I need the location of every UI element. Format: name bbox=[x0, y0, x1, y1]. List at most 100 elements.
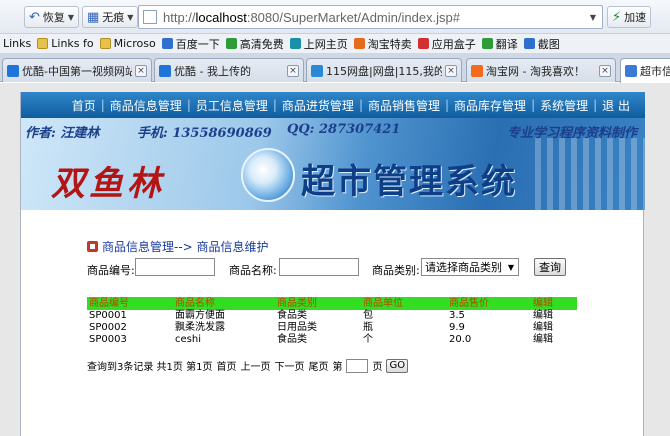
qq-text: QQ: 287307421 bbox=[287, 122, 401, 137]
product-table: 商品编号 商品名称 商品类别 商品单位 商品售价 编辑 SP0001 面霸方便面 食品类包 3.5… bbox=[87, 297, 577, 346]
table-row: SP0003 ceshi 食品类 个 20.0 编辑 bbox=[87, 334, 577, 346]
home-icon bbox=[87, 241, 98, 252]
category-select[interactable]: 请选择商品类别 ▼ bbox=[421, 258, 519, 276]
column-header: 商品类别 bbox=[277, 298, 317, 309]
column-header: 商品售价 bbox=[449, 298, 489, 309]
phone-text: 手机: 13558690869 bbox=[137, 126, 272, 141]
table-cell: 飘柔洗发露 bbox=[175, 322, 225, 333]
nav-item[interactable]: 商品进货管理 bbox=[277, 97, 359, 114]
site-icon bbox=[417, 38, 429, 49]
browser-toolbar: ↶ 恢复 ▼ ▦ 无痕 ▼ http://localhost:8080/Supe… bbox=[0, 0, 670, 34]
site-icon bbox=[289, 38, 301, 49]
nav-item[interactable]: 商品库存管理 bbox=[449, 97, 531, 114]
building-graphic bbox=[535, 138, 645, 210]
bookmark-item[interactable]: Links fo bbox=[34, 37, 96, 50]
search-form: 商品编号: 商品名称: 商品类别: 请选择商品类别 ▼ 查询 bbox=[87, 258, 647, 278]
lightning-icon: ⚡ bbox=[612, 9, 622, 25]
bookmark-item[interactable]: 应用盒子 bbox=[415, 36, 479, 52]
close-icon[interactable]: × bbox=[599, 64, 611, 77]
table-cell: ceshi bbox=[175, 334, 201, 345]
system-title: 超市管理系统 bbox=[301, 162, 517, 202]
table-cell: 瓶 bbox=[363, 322, 373, 333]
table-row: SP0001 面霸方便面 食品类 包 3.5 编辑 bbox=[87, 310, 577, 322]
query-button[interactable]: 查询 bbox=[534, 258, 566, 276]
back-arrow-icon: ↶ bbox=[29, 9, 40, 25]
favicon-icon bbox=[471, 64, 483, 77]
author-text: 作者: 汪建林 bbox=[25, 126, 100, 141]
table-header: 商品编号 商品名称 商品类别 商品单位 商品售价 编辑 bbox=[87, 297, 577, 310]
edit-link[interactable]: 编辑 bbox=[533, 334, 553, 346]
pager: 查询到3条记录 共1页 第1页 首页 上一页 下一页 尾页 第 页 GO bbox=[87, 358, 409, 373]
browser-tab[interactable]: 淘宝网 - 淘我喜欢！ × bbox=[466, 58, 616, 82]
nav-item[interactable]: 退 出 bbox=[597, 97, 635, 114]
site-icon bbox=[353, 38, 365, 49]
bookmark-item[interactable]: 截图 bbox=[521, 36, 563, 52]
browser-tab[interactable]: 超市信 bbox=[620, 58, 670, 83]
bookmark-item[interactable]: 淘宝特卖 bbox=[351, 36, 415, 52]
logo-brand: 双鱼林 bbox=[51, 164, 165, 204]
bookmark-item[interactable]: 百度一下 bbox=[159, 36, 223, 52]
chevron-down-icon: ▼ bbox=[67, 12, 75, 22]
nav-item[interactable]: 系统管理 bbox=[535, 97, 593, 114]
site-icon bbox=[161, 38, 173, 49]
goto-suffix: 页 bbox=[372, 362, 383, 373]
incognito-button[interactable]: ▦ 无痕 ▼ bbox=[82, 6, 139, 28]
incognito-icon: ▦ bbox=[87, 9, 100, 25]
bookmark-item[interactable]: 高清免费 bbox=[223, 36, 287, 52]
category-label: 商品类别: bbox=[372, 264, 420, 277]
favicon-icon bbox=[159, 64, 171, 77]
close-icon[interactable]: × bbox=[445, 64, 457, 77]
url-text[interactable]: http://localhost:8080/SuperMarket/Admin/… bbox=[163, 10, 460, 25]
accelerate-button[interactable]: ⚡ 加速 bbox=[607, 6, 652, 28]
table-cell: 20.0 bbox=[449, 334, 472, 345]
edit-link[interactable]: 编辑 bbox=[533, 310, 553, 322]
chevron-down-icon: ▼ bbox=[127, 12, 134, 22]
bookmark-item[interactable]: Microso bbox=[97, 37, 159, 50]
favicon-icon bbox=[311, 64, 323, 77]
table-cell: 面霸方便面 bbox=[175, 310, 225, 321]
bookmark-item[interactable]: 翻译 bbox=[479, 36, 521, 52]
app-frame: 首页 | 商品信息管理 | 员工信息管理 | 商品进货管理 | 商品销售管理 | 商品库存管理 | 系统… bbox=[20, 92, 647, 436]
bookmark-item[interactable]: 上网主页 bbox=[287, 36, 351, 52]
name-input[interactable] bbox=[279, 258, 359, 276]
main-nav: 首页 | 商品信息管理 | 员工信息管理 | 商品进货管理 | 商品销售管理 | 商品库存管理 | 系统… bbox=[21, 92, 645, 118]
edit-link[interactable]: 编辑 bbox=[533, 322, 553, 334]
restore-button[interactable]: ↶ 恢复 ▼ bbox=[24, 6, 80, 28]
address-bar[interactable]: http://localhost:8080/SuperMarket/Admin/… bbox=[138, 5, 603, 29]
nav-item[interactable]: 员工信息管理 bbox=[191, 97, 273, 114]
go-button[interactable]: GO bbox=[386, 358, 409, 373]
first-page-link[interactable]: 首页 bbox=[216, 358, 236, 373]
table-cell: SP0001 bbox=[89, 310, 127, 321]
table-cell: 包 bbox=[363, 310, 373, 321]
browser-tab[interactable]: 优酷-中国第一视频网站, × bbox=[2, 58, 152, 82]
banner: 作者: 汪建林 手机: 13558690869 QQ: 287307421 专业… bbox=[21, 118, 645, 210]
page-number-input[interactable] bbox=[346, 358, 369, 373]
folder-icon bbox=[99, 38, 111, 49]
last-page-link[interactable]: 尾页 bbox=[308, 358, 328, 373]
code-input[interactable] bbox=[135, 258, 215, 276]
column-header: 商品编号 bbox=[89, 298, 129, 309]
next-page-link[interactable]: 下一页 bbox=[274, 358, 304, 373]
close-icon[interactable]: × bbox=[287, 64, 299, 77]
table-cell: 9.9 bbox=[449, 322, 465, 333]
breadcrumb: 商品信息管理--> 商品信息维护 bbox=[87, 238, 269, 255]
table-cell: 食品类 bbox=[277, 310, 307, 321]
prev-page-link[interactable]: 上一页 bbox=[240, 358, 270, 373]
column-header: 编辑 bbox=[533, 298, 553, 309]
nav-item[interactable]: 商品信息管理 bbox=[105, 97, 187, 114]
folder-icon bbox=[37, 38, 49, 49]
browser-tab[interactable]: 优酷 - 我上传的 × bbox=[154, 58, 304, 82]
table-row: SP0002 飘柔洗发露 日用品类 瓶 9.9 编辑 bbox=[87, 322, 577, 334]
nav-item[interactable]: 商品销售管理 bbox=[363, 97, 445, 114]
favicon-icon bbox=[7, 64, 19, 77]
chevron-down-icon[interactable]: ▼ bbox=[590, 13, 596, 22]
close-icon[interactable]: × bbox=[135, 64, 147, 77]
nav-item[interactable]: 首页 bbox=[67, 97, 101, 114]
bookmarks-bar: Links Links fo Microso 百度一下 高清免费 上网主页 淘宝特卖 应用盒子… bbox=[0, 34, 670, 54]
bookmark-item[interactable]: Links bbox=[0, 37, 34, 50]
table-cell: 日用品类 bbox=[277, 322, 317, 333]
table-cell: 3.5 bbox=[449, 310, 465, 321]
table-cell: SP0002 bbox=[89, 322, 127, 333]
browser-tab[interactable]: 115网盘|网盘|115,我的 × bbox=[306, 58, 462, 82]
record-summary: 查询到3条记录 共1页 第1页 bbox=[87, 362, 213, 373]
